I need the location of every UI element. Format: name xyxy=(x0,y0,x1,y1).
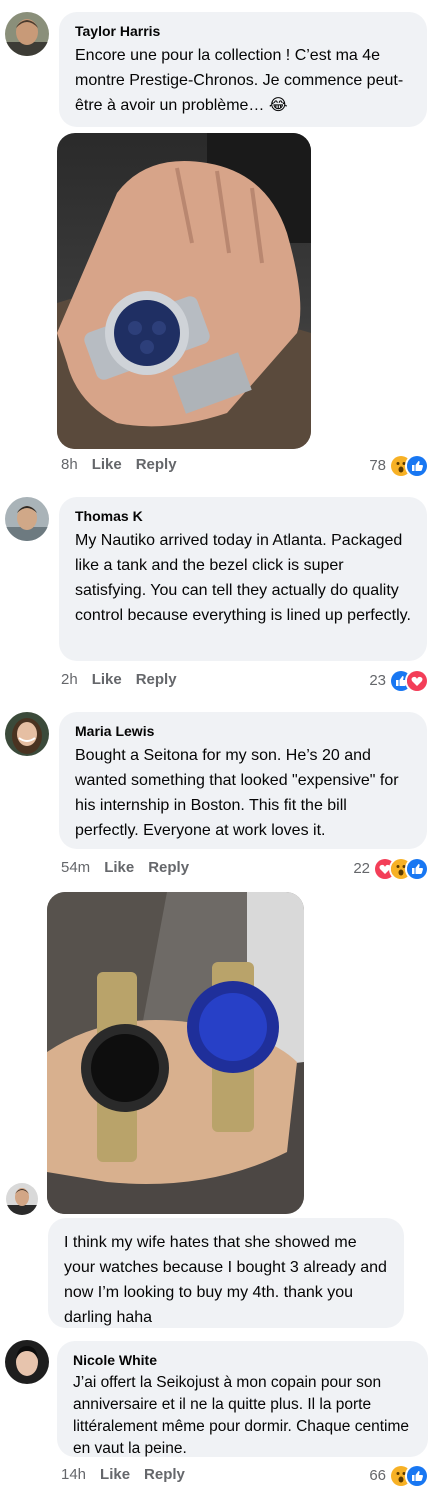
comment-bubble: Thomas K My Nautiko arrived today in Atl… xyxy=(59,497,427,661)
timestamp[interactable]: 2h xyxy=(61,671,78,688)
reaction-count: 66 xyxy=(369,1466,386,1484)
reaction-count: 78 xyxy=(369,456,386,474)
like-icon xyxy=(405,454,429,478)
reaction-summary[interactable]: 23 xyxy=(369,669,429,693)
like-button[interactable]: Like xyxy=(104,859,134,876)
reaction-count: 23 xyxy=(369,671,386,689)
watch-photo[interactable] xyxy=(47,892,304,1214)
like-button[interactable]: Like xyxy=(92,456,122,473)
comment-actions: 14h Like Reply xyxy=(61,1465,199,1485)
reaction-count: 22 xyxy=(353,859,370,877)
comment-bubble: Nicole White J’ai offert la Seikojust à … xyxy=(57,1341,428,1457)
avatar-thomas-k[interactable] xyxy=(5,497,49,541)
comment-bubble: Maria Lewis Bought a Seitona for my son.… xyxy=(59,712,427,849)
comment-text: Encore une pour la collection ! C’est ma… xyxy=(75,47,404,114)
avatar-commenter[interactable] xyxy=(6,1183,38,1215)
reaction-summary[interactable]: 78 xyxy=(369,454,429,478)
comment-author[interactable]: Nicole White xyxy=(73,1351,412,1369)
love-icon xyxy=(405,669,429,693)
timestamp[interactable]: 8h xyxy=(61,456,78,473)
reaction-summary[interactable]: 66 xyxy=(369,1464,429,1488)
reply-button[interactable]: Reply xyxy=(144,1466,185,1483)
avatar-taylor-harris[interactable] xyxy=(5,12,49,56)
comment-text: Bought a Seitona for my son. He’s 20 and… xyxy=(75,747,399,839)
like-button[interactable]: Like xyxy=(100,1466,130,1483)
reply-button[interactable]: Reply xyxy=(136,456,177,473)
comment-text: My Nautiko arrived today in Atlanta. Pac… xyxy=(75,532,411,624)
comment-author[interactable]: Maria Lewis xyxy=(75,722,411,740)
like-button[interactable]: Like xyxy=(92,671,122,688)
comment-author[interactable]: Thomas K xyxy=(75,507,411,525)
avatar-nicole-white[interactable] xyxy=(5,1340,49,1384)
comment-text: I think my wife hates that she showed me… xyxy=(64,1234,387,1326)
timestamp[interactable]: 54m xyxy=(61,859,90,876)
laughing-emoji: 😂 xyxy=(268,97,288,114)
like-icon xyxy=(405,1464,429,1488)
comment-actions: 54m Like Reply xyxy=(61,858,203,878)
reply-button[interactable]: Reply xyxy=(136,671,177,688)
comment-author[interactable]: Taylor Harris xyxy=(75,22,411,40)
timestamp[interactable]: 14h xyxy=(61,1466,86,1483)
avatar-maria-lewis[interactable] xyxy=(5,712,49,756)
comment-actions: 8h Like Reply xyxy=(61,455,191,475)
watch-photo[interactable] xyxy=(57,133,311,449)
comment-bubble: I think my wife hates that she showed me… xyxy=(48,1218,404,1328)
comment-bubble: Taylor Harris Encore une pour la collect… xyxy=(59,12,427,127)
comment-actions: 2h Like Reply xyxy=(61,670,191,690)
like-icon xyxy=(405,857,429,881)
reaction-summary[interactable]: 22 xyxy=(353,857,429,881)
comment-text: J’ai offert la Seikojust à mon copain po… xyxy=(73,1374,409,1457)
reply-button[interactable]: Reply xyxy=(148,859,189,876)
